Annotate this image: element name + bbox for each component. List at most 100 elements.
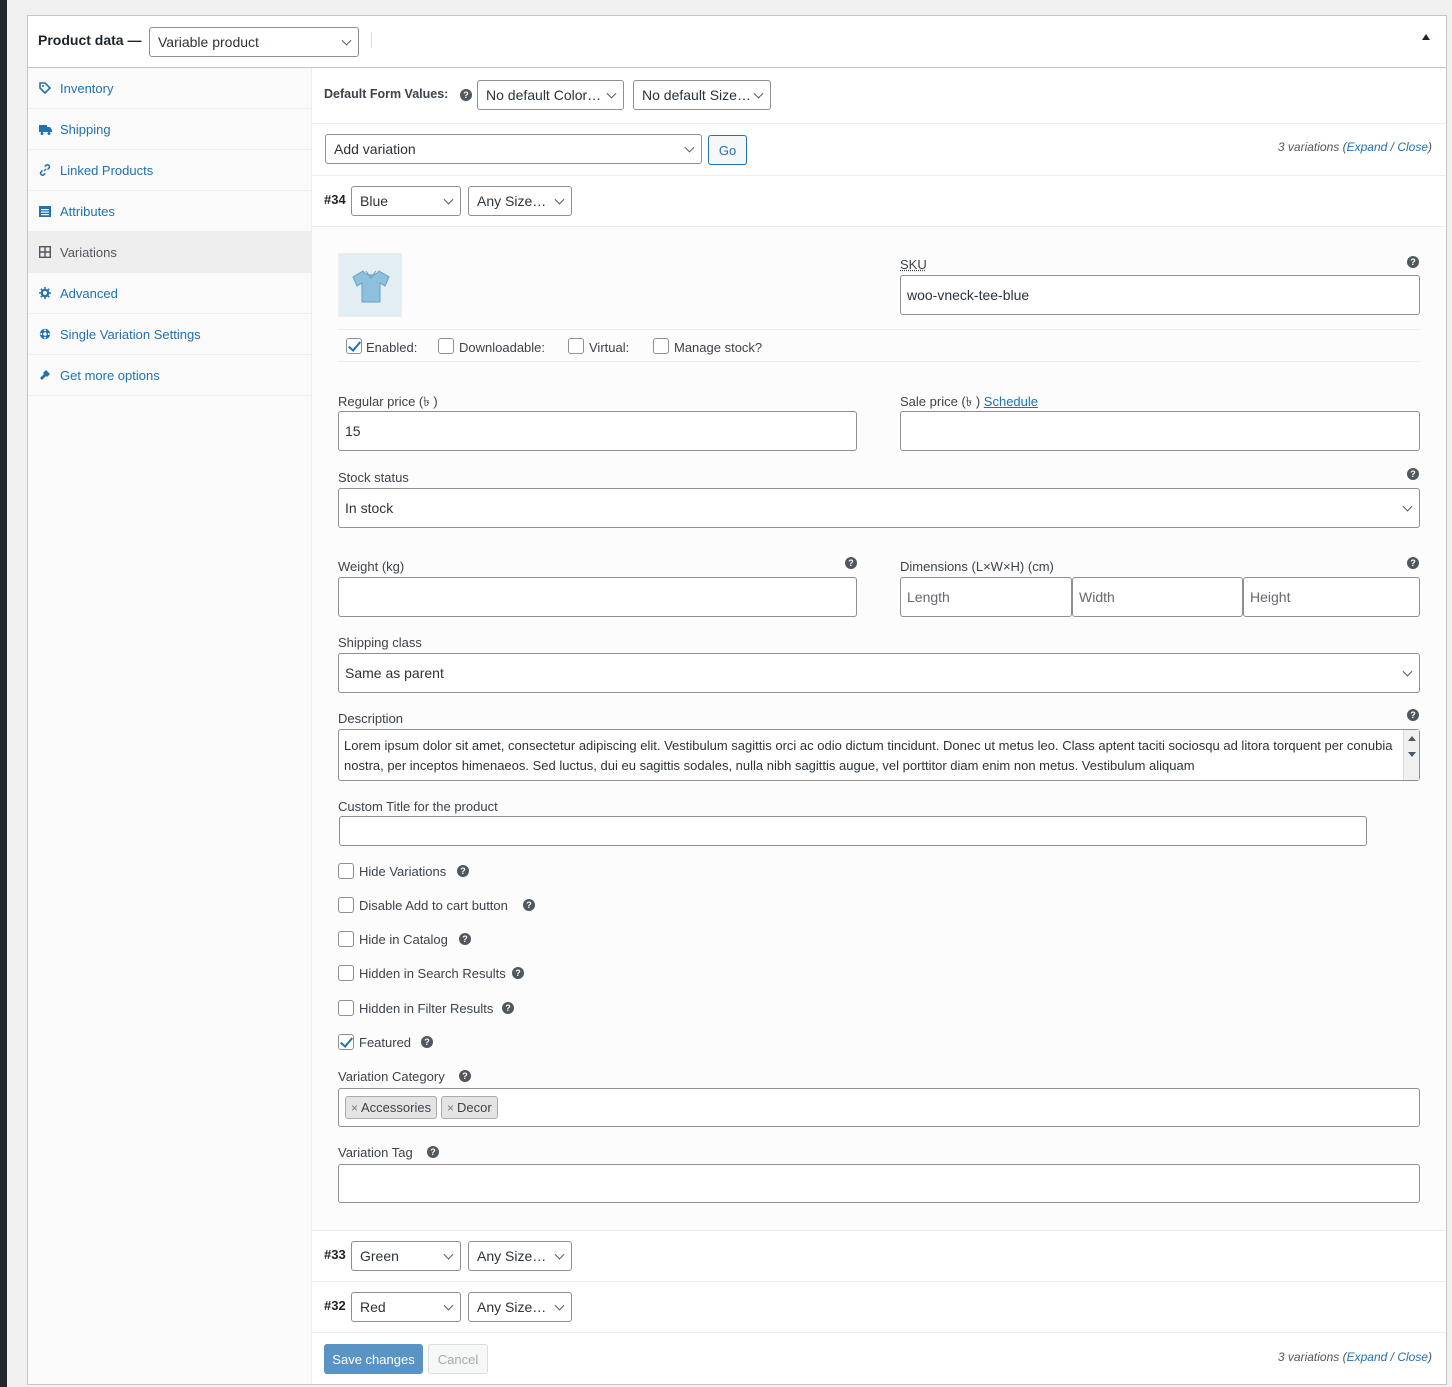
default-color-select[interactable]: No default Color… <box>477 80 624 110</box>
help-icon[interactable]: ? <box>459 933 471 945</box>
help-icon[interactable]: ? <box>427 1146 439 1158</box>
downloadable-checkbox[interactable] <box>438 338 454 354</box>
scroll-up-icon[interactable] <box>1408 736 1416 741</box>
variation-image[interactable] <box>338 253 402 317</box>
sku-input[interactable]: woo-vneck-tee-blue <box>900 275 1420 315</box>
expand-link[interactable]: Expand <box>1347 140 1388 154</box>
cog-icon <box>38 327 52 341</box>
close-link[interactable]: Close <box>1397 140 1428 154</box>
shipping-class-select[interactable]: Same as parent <box>338 653 1420 693</box>
tab-linked-products[interactable]: Linked Products <box>28 150 311 191</box>
hide-in-catalog-checkbox[interactable] <box>338 931 354 947</box>
cancel-button[interactable]: Cancel <box>428 1344 488 1374</box>
help-icon[interactable]: ? <box>457 865 469 877</box>
product-data-tabs: Inventory Shipping Linked Products Attri… <box>28 68 312 1384</box>
chip-label: Decor <box>457 1100 492 1115</box>
help-icon[interactable]: ? <box>523 899 535 911</box>
enabled-checkbox[interactable] <box>346 338 362 354</box>
variation-id: #32 <box>324 1298 346 1313</box>
schedule-link[interactable]: Schedule <box>984 394 1038 409</box>
chevron-down-icon <box>341 35 352 46</box>
help-icon[interactable]: ? <box>1407 468 1419 480</box>
featured-checkbox[interactable] <box>338 1034 354 1050</box>
manage-stock-label: Manage stock? <box>674 340 763 355</box>
hide-variations-checkbox[interactable] <box>338 863 354 879</box>
virtual-checkbox[interactable] <box>568 338 584 354</box>
help-icon[interactable]: ? <box>1407 256 1419 268</box>
variation-header-34[interactable]: #34 Blue Any Size… <box>312 176 1446 227</box>
variation-size-select[interactable]: Any Size… <box>468 1241 572 1271</box>
variation-header-33[interactable]: #33 Green Any Size… <box>312 1231 1446 1282</box>
width-input[interactable]: Width <box>1072 577 1243 617</box>
chevron-down-icon <box>684 142 695 153</box>
help-icon[interactable]: ? <box>845 557 857 569</box>
variation-color-select[interactable]: Green <box>351 1241 461 1271</box>
link-separator: / <box>1387 140 1398 154</box>
expand-link[interactable]: Expand <box>1347 1350 1388 1364</box>
scroll-down-icon[interactable] <box>1408 752 1416 757</box>
textarea-scrollbar[interactable] <box>1403 730 1419 780</box>
description-textarea[interactable]: Lorem ipsum dolor sit amet, consectetur … <box>338 729 1420 781</box>
default-size-select[interactable]: No default Size… <box>633 80 771 110</box>
tab-attributes[interactable]: Attributes <box>28 191 311 232</box>
variation-color-select[interactable]: Red <box>351 1292 461 1322</box>
length-input[interactable]: Length <box>900 577 1072 617</box>
downloadable-label: Downloadable: <box>459 340 546 355</box>
sale-price-input[interactable] <box>900 411 1420 451</box>
help-icon[interactable]: ? <box>421 1036 433 1048</box>
custom-title-input[interactable] <box>339 816 1367 846</box>
chevron-down-icon <box>554 194 565 205</box>
category-chip-decor[interactable]: × Decor <box>441 1096 498 1119</box>
manage-stock-checkbox[interactable] <box>653 338 669 354</box>
remove-icon[interactable]: × <box>351 1101 358 1115</box>
help-icon[interactable]: ? <box>459 1070 471 1082</box>
regular-price-input[interactable]: 15 <box>338 411 857 451</box>
collapse-toggle-icon[interactable] <box>1422 34 1430 40</box>
help-icon[interactable]: ? <box>502 1002 514 1014</box>
plugin-icon <box>38 368 52 382</box>
paren: ) <box>1428 1350 1432 1364</box>
panel-title: Product data — <box>38 32 142 48</box>
go-button[interactable]: Go <box>708 135 747 165</box>
variation-tag-label: Variation Tag <box>338 1145 413 1160</box>
hidden-in-search-checkbox[interactable] <box>338 965 354 981</box>
height-input[interactable]: Height <box>1243 577 1420 617</box>
stock-status-select[interactable]: In stock <box>338 488 1420 528</box>
tab-advanced[interactable]: Advanced <box>28 273 311 314</box>
chevron-down-icon <box>443 1300 454 1311</box>
hidden-in-filter-checkbox[interactable] <box>338 1000 354 1016</box>
product-type-select[interactable]: Variable product <box>149 27 359 57</box>
disable-add-to-cart-checkbox[interactable] <box>338 897 354 913</box>
paren: ) <box>1428 140 1432 154</box>
variation-color-select[interactable]: Blue <box>351 186 461 216</box>
variation-tag-input[interactable] <box>338 1164 1420 1203</box>
variation-size-select[interactable]: Any Size… <box>468 1292 572 1322</box>
variation-color-value: Blue <box>360 193 389 209</box>
tab-get-more-options[interactable]: Get more options <box>28 355 311 396</box>
remove-icon[interactable]: × <box>447 1101 454 1115</box>
product-data-panel: Product data — Variable product Inventor… <box>27 15 1447 1385</box>
category-chip-accessories[interactable]: × Accessories <box>345 1096 438 1119</box>
shipping-class-value: Same as parent <box>345 665 444 681</box>
variation-color-value: Green <box>360 1248 399 1264</box>
tab-single-variation-settings[interactable]: Single Variation Settings <box>28 314 311 355</box>
gear-icon <box>38 286 52 300</box>
variation-category-input[interactable]: × Accessories × Decor <box>338 1088 1420 1127</box>
tab-shipping[interactable]: Shipping <box>28 109 311 150</box>
help-icon[interactable]: ? <box>1407 557 1419 569</box>
tab-label: Attributes <box>60 203 115 219</box>
tab-inventory[interactable]: Inventory <box>28 68 311 109</box>
variation-size-select[interactable]: Any Size… <box>468 186 572 216</box>
tab-variations[interactable]: Variations <box>28 232 311 273</box>
help-icon[interactable]: ? <box>1407 709 1419 721</box>
variation-header-32[interactable]: #32 Red Any Size… <box>312 1282 1446 1333</box>
default-color-value: No default Color… <box>486 87 602 103</box>
save-changes-button[interactable]: Save changes <box>324 1344 423 1374</box>
help-icon[interactable]: ? <box>512 967 524 979</box>
tab-label: Get more options <box>60 367 160 383</box>
weight-input[interactable] <box>338 577 857 617</box>
add-variation-select[interactable]: Add variation <box>325 134 702 164</box>
variations-panel: Default Form Values: ? No default Color…… <box>312 68 1446 1384</box>
help-icon[interactable]: ? <box>460 89 472 101</box>
close-link[interactable]: Close <box>1397 1350 1428 1364</box>
